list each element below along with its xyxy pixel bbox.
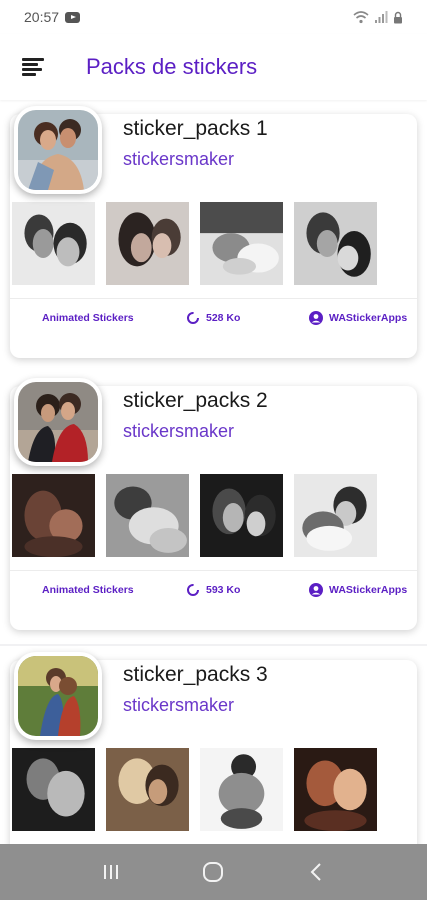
sticker-thumbnail (200, 474, 283, 557)
app-bar: Packs de stickers (0, 34, 427, 100)
user-circle-icon (309, 311, 323, 325)
pack-publisher: WAStickerApps (309, 575, 407, 605)
sticker-pack-item[interactable]: sticker_packs 3 stickersmaker (0, 646, 427, 844)
sticker-thumbnail (12, 202, 95, 285)
pack-name: sticker_packs 1 (123, 117, 268, 140)
home-button[interactable] (193, 852, 233, 892)
sticker-thumbnail (294, 202, 377, 285)
sticker-thumbnail (200, 748, 283, 831)
card-divider (10, 570, 417, 571)
tray-icon (14, 106, 102, 194)
menu-icon[interactable] (22, 58, 44, 76)
sticker-thumbnail (106, 474, 189, 557)
pack-author: stickersmaker (123, 695, 235, 715)
recent-apps-button[interactable] (91, 852, 131, 892)
status-bar: 20:57 (0, 0, 427, 34)
pack-type: Animated Stickers (42, 584, 134, 596)
sticker-preview-row (12, 474, 377, 557)
pack-type: Animated Stickers (42, 312, 134, 324)
pack-size: 528 Ko (186, 303, 240, 333)
pack-name: sticker_packs 3 (123, 663, 268, 686)
card-divider (10, 298, 417, 299)
sticker-thumbnail (294, 748, 377, 831)
page-title: Packs de stickers (86, 54, 258, 79)
tray-icon (14, 652, 102, 740)
loader-icon (187, 584, 199, 596)
back-button[interactable] (296, 852, 336, 892)
lock-icon (394, 11, 402, 23)
home-icon (203, 862, 224, 882)
sticker-pack-item[interactable]: sticker_packs 2 stickersmaker Animated S… (0, 372, 427, 644)
tray-icon (14, 378, 102, 466)
pack-author: stickersmaker (123, 149, 235, 169)
pack-size: 593 Ko (186, 575, 240, 605)
sticker-preview-row (12, 202, 377, 285)
user-circle-icon (309, 583, 323, 597)
status-icons (353, 10, 403, 24)
loader-icon (187, 312, 199, 324)
recent-apps-icon (104, 865, 119, 879)
sticker-preview-row (12, 748, 377, 831)
sticker-thumbnail (200, 202, 283, 285)
pack-name: sticker_packs 2 (123, 389, 268, 412)
status-time: 20:57 (24, 9, 60, 25)
system-nav-bar (0, 844, 427, 900)
wifi-icon (353, 10, 369, 23)
sticker-thumbnail (12, 748, 95, 831)
sticker-thumbnail (12, 474, 95, 557)
sticker-pack-item[interactable]: sticker_packs 1 stickersmaker Animated S… (0, 100, 427, 372)
pack-author: stickersmaker (123, 421, 235, 441)
back-icon (310, 863, 321, 881)
sticker-thumbnail (294, 474, 377, 557)
sticker-thumbnail (106, 748, 189, 831)
signal-icon (375, 11, 388, 23)
sticker-pack-list: sticker_packs 1 stickersmaker Animated S… (0, 100, 427, 844)
sticker-thumbnail (106, 202, 189, 285)
pack-publisher: WAStickerApps (309, 303, 407, 333)
youtube-icon (65, 11, 81, 23)
